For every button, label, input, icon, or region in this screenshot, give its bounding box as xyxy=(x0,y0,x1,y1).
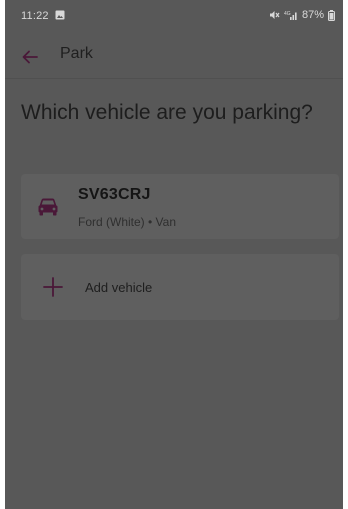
app-bar: Park xyxy=(5,34,343,79)
app-screen: 11:22 4G 87% Park Which vehicle are you … xyxy=(5,0,343,509)
car-icon xyxy=(38,198,58,216)
arrow-left-icon xyxy=(22,50,38,64)
page-title: Park xyxy=(60,45,93,62)
status-time: 11:22 xyxy=(21,10,49,22)
add-vehicle-label: Add vehicle xyxy=(85,280,153,295)
vehicle-card[interactable]: SV63CRJ Ford (White) • Van xyxy=(21,174,339,239)
status-bar: 11:22 4G 87% xyxy=(5,0,343,32)
battery-icon xyxy=(328,9,335,21)
plus-icon xyxy=(43,277,63,297)
question-heading: Which vehicle are you parking? xyxy=(21,101,313,124)
gallery-icon xyxy=(55,10,65,20)
mute-icon xyxy=(269,11,280,19)
back-button[interactable] xyxy=(19,46,41,68)
svg-text:4G: 4G xyxy=(284,11,291,17)
vehicle-registration: SV63CRJ xyxy=(78,186,151,203)
add-vehicle-button[interactable]: Add vehicle xyxy=(21,254,339,320)
signal-icon: 4G xyxy=(284,11,297,20)
vehicle-description: Ford (White) • Van xyxy=(78,215,177,229)
battery-percent: 87% xyxy=(301,9,324,21)
status-icons: 4G 87% xyxy=(269,8,335,22)
